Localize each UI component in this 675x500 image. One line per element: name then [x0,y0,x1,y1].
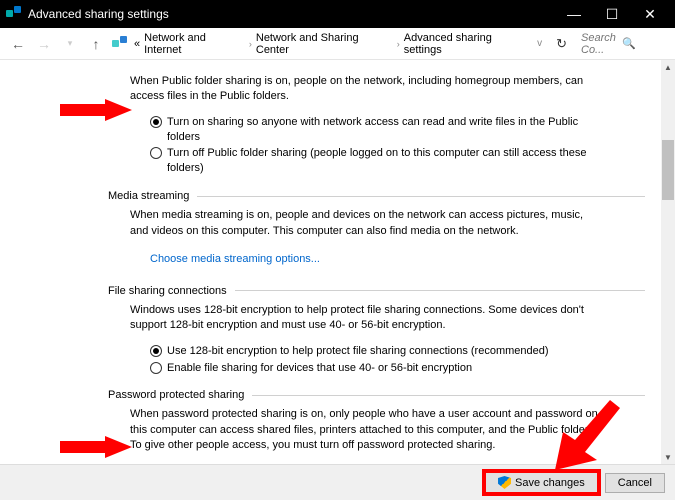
recent-dropdown[interactable]: ▾ [60,34,80,54]
content-pane: When Public folder sharing is on, people… [0,60,675,464]
button-label: Cancel [618,477,652,489]
close-button[interactable]: ✕ [631,0,669,28]
file-sharing-desc: Windows uses 128-bit encryption to help … [130,303,600,334]
breadcrumb-item[interactable]: Advanced sharing settings [404,32,531,56]
save-changes-button[interactable]: Save changes [484,471,599,494]
minimize-button[interactable]: — [555,0,593,28]
file-sharing-options: Use 128-bit encryption to help protect f… [150,344,645,376]
radio-label: Use 128-bit encryption to help protect f… [167,344,549,359]
scrollbar-thumb[interactable] [662,140,674,200]
radio-label: Enable file sharing for devices that use… [167,361,472,376]
radio-label: Turn off Public folder sharing (people l… [167,146,610,176]
scroll-down-icon[interactable]: ▼ [661,450,675,464]
search-placeholder: Search Co... [581,32,622,56]
breadcrumb-item[interactable]: Network and Sharing Center [256,32,393,56]
button-label: Save changes [515,477,585,489]
back-button[interactable]: ← [8,34,28,54]
breadcrumb-item[interactable]: Network and Internet [144,32,245,56]
maximize-button[interactable]: ☐ [593,0,631,28]
location-icon [112,36,128,52]
chevron-right-icon: › [397,39,400,49]
public-folder-desc: When Public folder sharing is on, people… [130,74,600,105]
media-options-link[interactable]: Choose media streaming options... [150,253,320,265]
shield-icon [498,476,511,489]
heading-label: File sharing connections [108,285,227,297]
divider [252,395,645,396]
button-bar: Save changes Cancel [0,464,675,500]
search-icon: 🔍 [622,37,663,50]
address-dropdown[interactable]: v [537,38,542,49]
radio-4056bit[interactable]: Enable file sharing for devices that use… [150,361,610,376]
public-folder-options: Turn on sharing so anyone with network a… [150,115,645,176]
breadcrumb-prefix: « [134,38,140,50]
radio-icon [150,147,162,159]
titlebar: Advanced sharing settings — ☐ ✕ [0,0,675,28]
search-input[interactable]: Search Co... 🔍 [577,30,667,58]
section-heading-file-sharing: File sharing connections [108,285,645,297]
heading-label: Media streaming [108,190,189,202]
scrollbar[interactable] [661,60,675,464]
radio-icon [150,116,162,128]
forward-button[interactable]: → [34,34,54,54]
radio-icon [150,362,162,374]
media-desc: When media streaming is on, people and d… [130,208,600,239]
radio-128bit[interactable]: Use 128-bit encryption to help protect f… [150,344,610,359]
radio-icon [150,345,162,357]
breadcrumb[interactable]: « Network and Internet › Network and Sha… [134,32,531,56]
divider [235,290,645,291]
chevron-right-icon: › [249,39,252,49]
window-title: Advanced sharing settings [28,7,555,21]
radio-public-off[interactable]: Turn off Public folder sharing (people l… [150,146,610,176]
heading-label: Password protected sharing [108,389,244,401]
scroll-up-icon[interactable]: ▲ [661,60,675,74]
section-heading-media: Media streaming [108,190,645,202]
up-button[interactable]: ↑ [86,34,106,54]
app-icon [6,6,22,22]
radio-public-on[interactable]: Turn on sharing so anyone with network a… [150,115,610,145]
password-desc: When password protected sharing is on, o… [130,407,600,453]
radio-label: Turn on sharing so anyone with network a… [167,115,610,145]
refresh-button[interactable]: ↻ [556,36,567,52]
toolbar: ← → ▾ ↑ « Network and Internet › Network… [0,28,675,60]
section-heading-password: Password protected sharing [108,389,645,401]
divider [197,196,645,197]
cancel-button[interactable]: Cancel [605,473,665,493]
